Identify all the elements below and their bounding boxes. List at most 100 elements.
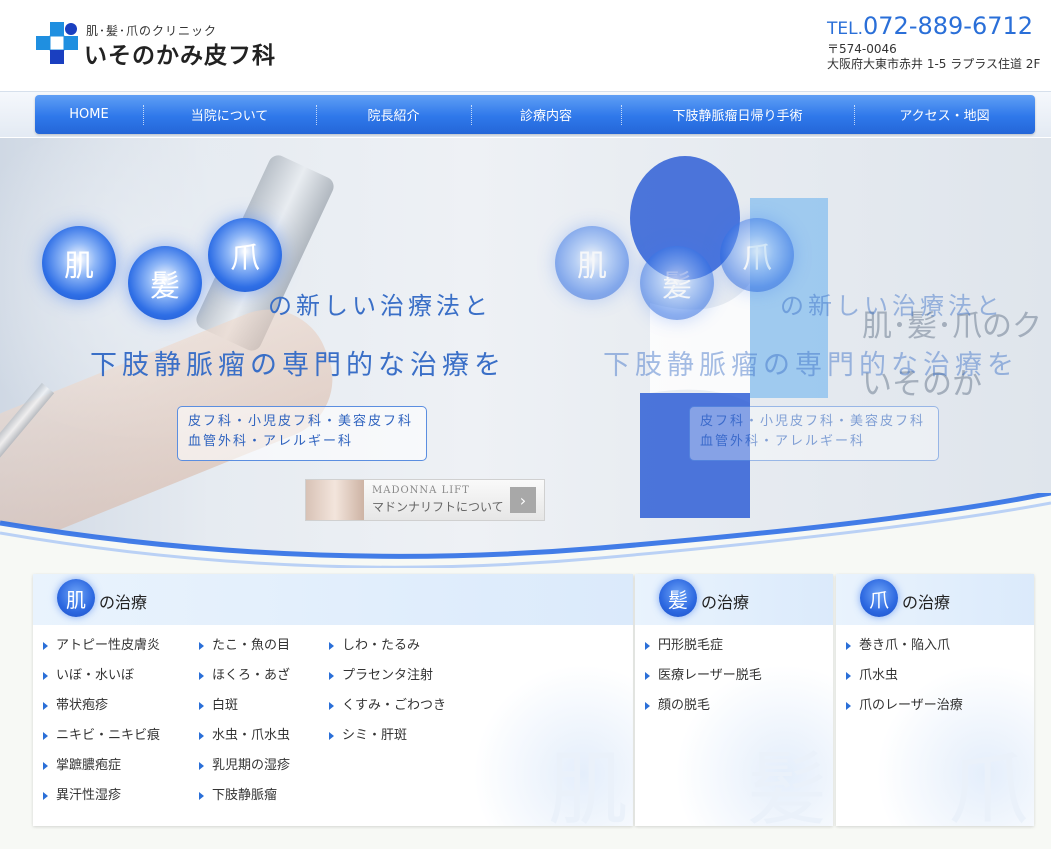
phone-number[interactable]: TEL.072-889-6712: [827, 12, 1039, 40]
watermark-hair: 髪: [747, 743, 827, 827]
treatment-link[interactable]: 乳児期の湿疹: [199, 756, 290, 786]
treatment-link[interactable]: 爪水虫: [846, 666, 963, 696]
arrow-right-icon: [846, 641, 851, 650]
treatment-link[interactable]: くすみ・ごわつき: [329, 696, 446, 726]
nav-item-1[interactable]: 当院について: [143, 95, 316, 134]
treatment-label: シミ・肝斑: [342, 728, 408, 743]
specialties-line-2: 血管外科・アレルギー科: [188, 434, 354, 449]
hero-tagline-1: の新しい治療法と: [268, 292, 492, 320]
hero-swoosh-decoration: [0, 493, 1051, 568]
arrow-right-icon: [199, 671, 204, 680]
treatment-label: しわ・たるみ: [342, 638, 421, 653]
treatment-link[interactable]: ニキビ・ニキビ痕: [43, 726, 160, 756]
hero-banner: 肌･髪･爪のク いそのか 肌 髪 爪 の新しい治療法と 下肢静脈瘤の専門的な治療…: [0, 138, 1051, 568]
arrow-right-icon: [43, 761, 48, 770]
treatment-label: 顔の脱毛: [658, 698, 711, 713]
arrow-right-icon: [43, 791, 48, 800]
arrow-right-icon: [645, 701, 650, 710]
treatment-section: 肌 肌 の治療 アトピー性皮膚炎 いぼ・水いぼ 帯状疱疹 ニキビ・ニキビ痕 掌蹠膿疱症異…: [0, 568, 1051, 849]
treatment-link[interactable]: ほくろ・あざ: [199, 666, 290, 696]
skin-list-col1: アトピー性皮膚炎いぼ・水いぼ帯状疱疹ニキビ・ニキビ痕掌蹠膿疱症異汗性湿疹: [43, 636, 160, 816]
hair-list: 円形脱毛症 医療レーザー脱毛顔の脱毛: [645, 636, 762, 726]
bubble-skin-faint: 肌: [555, 226, 629, 300]
specialties-line-2-faint: 血管外科・アレルギー科: [700, 434, 866, 449]
treatment-link[interactable]: 異汗性湿疹: [43, 786, 160, 816]
treatment-link[interactable]: 円形脱毛症: [645, 636, 762, 666]
treatment-link[interactable]: 掌蹠膿疱症: [43, 756, 160, 786]
treatment-link[interactable]: 巻き爪・陥入爪: [846, 636, 963, 666]
treatment-link[interactable]: しわ・たるみ: [329, 636, 446, 666]
skin-list-col3: しわ・たるみプラセンタ注射くすみ・ごわつき シミ・肝斑: [329, 636, 446, 756]
treatment-label: 爪のレーザー治療: [859, 698, 963, 713]
arrow-right-icon: [199, 701, 204, 710]
nav-item-0[interactable]: HOME: [35, 95, 143, 134]
bubble-skin: 肌: [42, 226, 116, 300]
watermark-skin: 肌: [548, 743, 628, 827]
clinic-logo[interactable]: [36, 22, 78, 64]
treatment-label: たこ・魚の目: [212, 638, 291, 653]
panel-skin-treatments: 肌 肌 の治療 アトピー性皮膚炎 いぼ・水いぼ 帯状疱疹 ニキビ・ニキビ痕 掌蹠膿疱症異…: [33, 574, 633, 826]
arrow-right-icon: [846, 701, 851, 710]
clinic-name[interactable]: いそのかみ皮フ科: [84, 36, 276, 70]
arrow-right-icon: [329, 731, 334, 740]
arrow-right-icon: [329, 641, 334, 650]
treatment-link[interactable]: 顔の脱毛: [645, 696, 762, 726]
treatment-link[interactable]: 白斑: [199, 696, 290, 726]
skin-list-col2: たこ・魚の目 ほくろ・あざ 白斑水虫・爪水虫乳児期の湿疹下肢静脈瘤: [199, 636, 290, 816]
hero-tagline-2-faint: 下肢静脈瘤の専門的な治療を: [603, 350, 1019, 381]
arrow-right-icon: [43, 731, 48, 740]
bubble-nail: 爪: [208, 218, 282, 292]
panel-hair-treatments: 髪 髪 の治療 円形脱毛症 医療レーザー脱毛顔の脱毛: [635, 574, 833, 826]
panel-title-hair: の治療: [701, 593, 750, 612]
arrow-right-icon: [43, 671, 48, 680]
global-nav: HOME 当院について 院長紹介 診療内容 下肢静脈瘤日帰り手術 アクセス・地図: [35, 95, 1035, 134]
treatment-label: 帯状疱疹: [56, 698, 109, 713]
nav-item-4[interactable]: 下肢静脈瘤日帰り手術: [621, 95, 854, 134]
treatment-label: 白斑: [212, 698, 239, 713]
nav-item-3[interactable]: 診療内容: [471, 95, 621, 134]
arrow-right-icon: [645, 671, 650, 680]
treatment-link[interactable]: 医療レーザー脱毛: [645, 666, 762, 696]
treatment-link[interactable]: 下肢静脈瘤: [199, 786, 290, 816]
nav-item-5[interactable]: アクセス・地図: [854, 95, 1035, 134]
treatment-label: 爪水虫: [859, 668, 899, 683]
address: 大阪府大東市赤井 1-5 ラプラス住道 2F: [827, 57, 1041, 71]
clinic-sign-mark-icon: [630, 156, 828, 518]
arrow-right-icon: [846, 671, 851, 680]
bubble-hair: 髪: [128, 246, 202, 320]
hero-tagline-2: 下肢静脈瘤の専門的な治療を: [90, 350, 506, 381]
treatment-link[interactable]: シミ・肝斑: [329, 726, 446, 756]
treatment-link[interactable]: 水虫・爪水虫: [199, 726, 290, 756]
nail-list: 巻き爪・陥入爪爪水虫爪のレーザー治療: [846, 636, 963, 726]
treatment-label: くすみ・ごわつき: [342, 698, 447, 713]
panel-header-hair: 髪 の治療: [635, 574, 833, 625]
nav-bar: HOME 当院について 院長紹介 診療内容 下肢静脈瘤日帰り手術 アクセス・地図: [0, 91, 1051, 137]
treatment-link[interactable]: いぼ・水いぼ: [43, 666, 160, 696]
treatment-link[interactable]: アトピー性皮膚炎: [43, 636, 160, 666]
treatment-label: 下肢静脈瘤: [212, 788, 278, 803]
treatment-link[interactable]: 帯状疱疹: [43, 696, 160, 726]
treatment-link[interactable]: プラセンタ注射: [329, 666, 446, 696]
arrow-right-icon: [199, 731, 204, 740]
treatment-label: 掌蹠膿疱症: [56, 758, 122, 773]
nail-circle-icon: 爪: [860, 579, 898, 617]
site-header: 肌･髪･爪のクリニック いそのかみ皮フ科 TEL.072-889-6712 〒5…: [0, 0, 1051, 92]
contact-info: TEL.072-889-6712 〒574-0046 大阪府大東市赤井 1-5 …: [827, 12, 1041, 72]
tel-number: 072-889-6712: [863, 12, 1034, 40]
panel-nail-treatments: 爪 爪 の治療 巻き爪・陥入爪 爪水虫 爪のレーザー治療: [836, 574, 1034, 826]
panel-title-nail: の治療: [902, 593, 951, 612]
specialties-line-1: 皮フ科・小児皮フ科・美容皮フ科: [188, 414, 414, 429]
treatment-link[interactable]: 爪のレーザー治療: [846, 696, 963, 726]
nav-item-2[interactable]: 院長紹介: [316, 95, 471, 134]
arrow-right-icon: [199, 791, 204, 800]
specialties-box-faint: 皮フ科・小児皮フ科・美容皮フ科 血管外科・アレルギー科: [689, 406, 939, 461]
treatment-label: ほくろ・あざ: [212, 668, 291, 683]
arrow-right-icon: [645, 641, 650, 650]
treatment-label: アトピー性皮膚炎: [56, 638, 161, 653]
panel-title-skin: の治療: [99, 593, 148, 612]
treatment-link[interactable]: たこ・魚の目: [199, 636, 290, 666]
treatment-label: 水虫・爪水虫: [212, 728, 291, 743]
specialties-box: 皮フ科・小児皮フ科・美容皮フ科 血管外科・アレルギー科: [177, 406, 427, 461]
postal-code: 〒574-0046: [827, 42, 897, 56]
hero-tagline-1-faint: の新しい治療法と: [780, 292, 1004, 320]
